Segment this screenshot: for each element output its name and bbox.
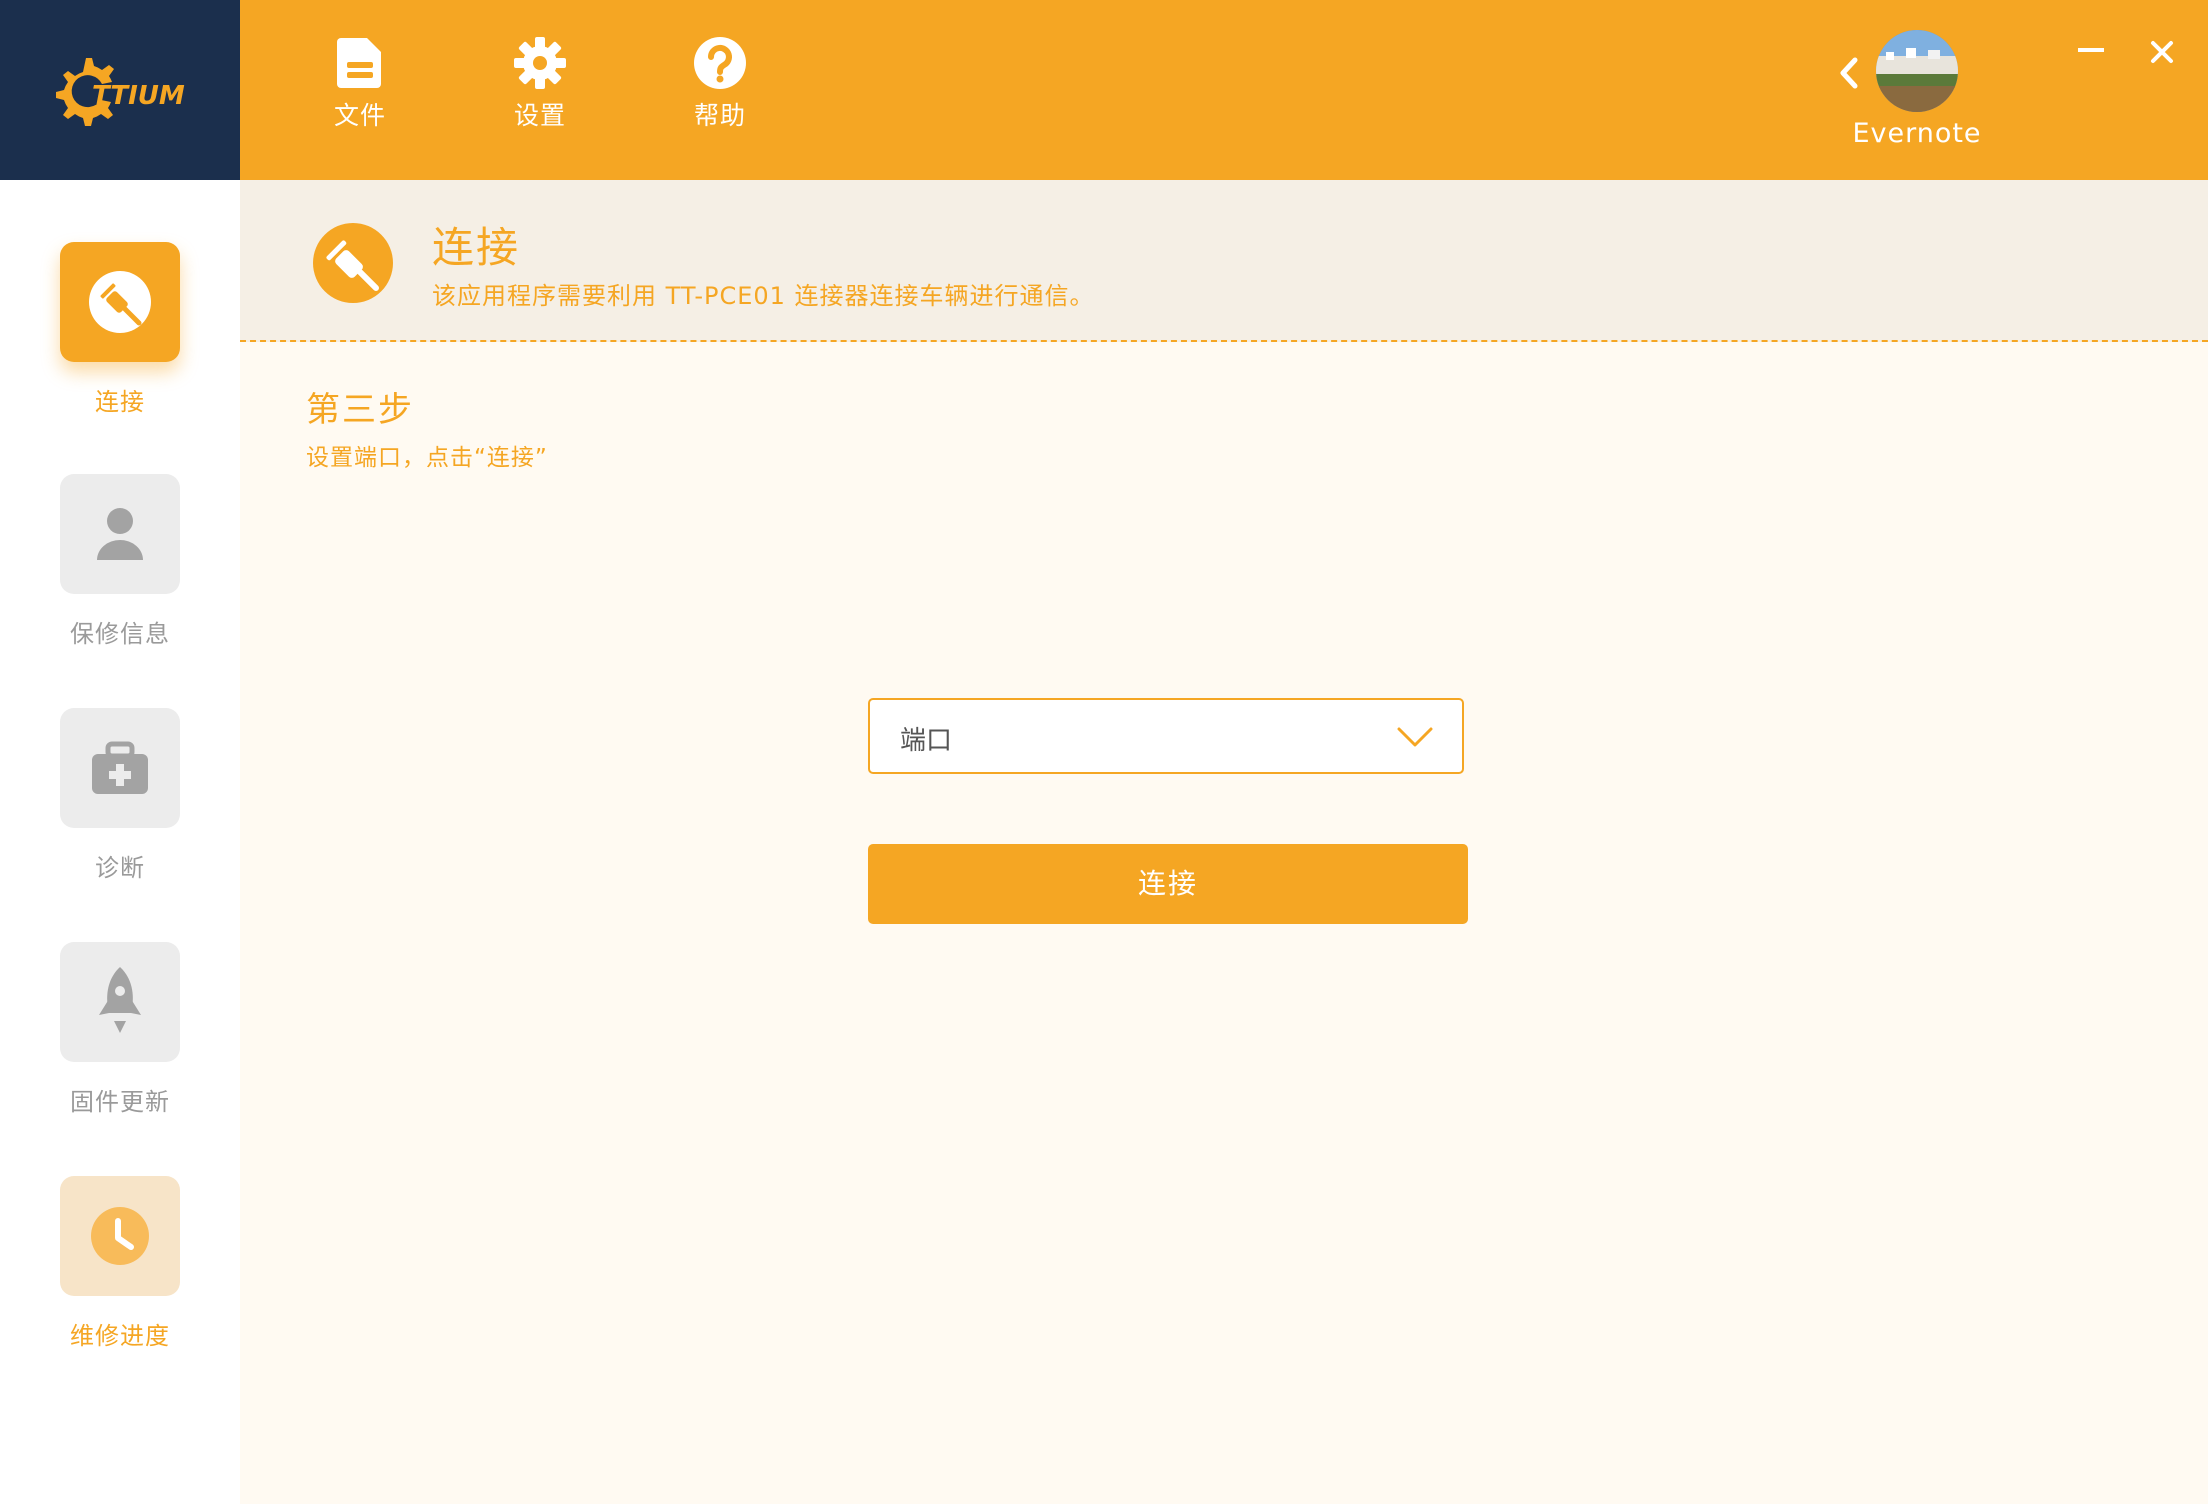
page-title: 连接: [432, 223, 521, 272]
page-header-banner: 连接 该应用程序需要利用 TT-PCE01 连接器连接车辆进行通信。: [240, 180, 2208, 342]
clock-icon: [91, 1207, 149, 1265]
file-icon: [337, 38, 381, 88]
sidebar-item-firmware[interactable]: 固件更新: [0, 942, 240, 1142]
top-toolbar: 文件 设置 帮助 Evernote: [240, 0, 2208, 180]
toolbar-settings-label: 设置: [513, 101, 566, 130]
plug-circle-icon: [313, 223, 393, 303]
toolbar-file-button[interactable]: 文件: [300, 36, 420, 132]
app-logo: TTIUM: [0, 0, 240, 180]
page-description: 该应用程序需要利用 TT-PCE01 连接器连接车辆进行通信。: [432, 282, 1095, 310]
chevron-left-icon[interactable]: [1838, 56, 1860, 90]
sidebar: 连接 保修信息 诊断 固件更新 维修进度: [0, 180, 240, 1504]
chevron-down-icon[interactable]: [1396, 726, 1434, 748]
minimize-icon[interactable]: [2076, 40, 2106, 60]
sidebar-item-connect[interactable]: 连接: [0, 242, 240, 442]
avatar-photo: [1876, 30, 1958, 112]
sidebar-tile: [60, 708, 180, 828]
port-select-placeholder: 端口: [900, 726, 953, 756]
sidebar-item-repair-progress[interactable]: 维修进度: [0, 1176, 240, 1376]
step-description: 设置端口，点击“连接”: [306, 445, 548, 471]
help-icon: [694, 37, 746, 89]
svg-text:TTIUM: TTIUM: [92, 81, 185, 111]
sidebar-tile: [60, 474, 180, 594]
gear-icon: [514, 37, 566, 89]
sidebar-tile: [60, 242, 180, 362]
main-panel: 连接 该应用程序需要利用 TT-PCE01 连接器连接车辆进行通信。 第三步 设…: [240, 180, 2208, 1504]
port-select[interactable]: 端口: [868, 698, 1464, 774]
avatar[interactable]: [1876, 30, 1958, 112]
sidebar-tile: [60, 1176, 180, 1296]
sidebar-item-diagnosis[interactable]: 诊断: [0, 708, 240, 908]
connect-button[interactable]: 连接: [868, 844, 1468, 924]
close-icon[interactable]: [2150, 40, 2174, 64]
sidebar-item-warranty[interactable]: 保修信息: [0, 474, 240, 674]
step-title: 第三步: [306, 390, 414, 430]
sidebar-item-label: 诊断: [95, 854, 145, 882]
toolbar-help-label: 帮助: [693, 101, 746, 130]
username-label: Evernote: [1852, 118, 1982, 149]
sidebar-item-label: 保修信息: [70, 620, 170, 648]
toolbar-help-button[interactable]: 帮助: [660, 36, 780, 132]
sidebar-item-label: 连接: [95, 388, 145, 416]
sidebar-item-label: 固件更新: [70, 1088, 170, 1116]
gear-logo-icon: TTIUM: [56, 58, 185, 126]
toolbar-settings-button[interactable]: 设置: [480, 36, 600, 132]
rocket-icon: [99, 967, 141, 1033]
medkit-icon: [92, 741, 148, 794]
sidebar-item-label: 维修进度: [70, 1322, 170, 1350]
plug-icon: [89, 271, 151, 333]
toolbar-file-label: 文件: [333, 101, 386, 130]
sidebar-tile: [60, 942, 180, 1062]
user-icon: [97, 508, 143, 560]
